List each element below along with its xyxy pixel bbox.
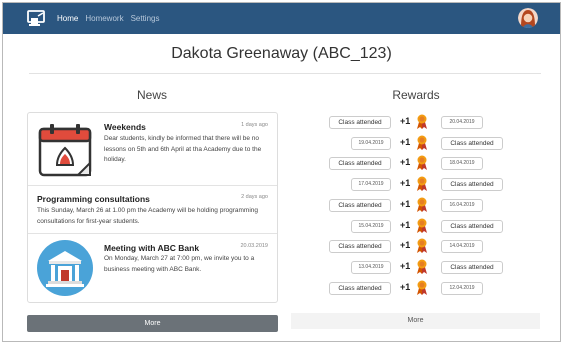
top-navbar: Home Homework Settings	[3, 3, 560, 34]
medal-icon	[417, 135, 427, 150]
reward-label: Class attended	[329, 198, 391, 212]
nav-home[interactable]: Home	[57, 14, 78, 23]
nav-settings[interactable]: Settings	[131, 14, 160, 23]
reward-points: +1	[400, 240, 411, 251]
page-title: Dakota Greenaway (ABC_123)	[171, 45, 392, 62]
medal-icon	[417, 176, 427, 192]
news-body: Dear students, kindly be informed that t…	[104, 135, 262, 163]
reward-date: 16.04.2019	[441, 198, 483, 212]
reward-points: +1	[400, 116, 411, 126]
rewards-more-button[interactable]: More	[291, 313, 540, 329]
news-item[interactable]: Programming consultations 2 days ago Thi…	[28, 186, 277, 234]
news-title: Meeting with ABC Bank	[104, 243, 200, 253]
reward-row: Class attended +1 20.04.2019	[291, 112, 541, 133]
news-item[interactable]: Meeting with ABC Bank 20.03.2019 On Mond…	[28, 234, 277, 302]
medal-icon	[417, 155, 427, 171]
reward-label: Class attended	[441, 136, 503, 150]
medal-icon	[417, 218, 427, 233]
reward-label: Class attended	[329, 240, 391, 254]
reward-date: 19.04.2019	[351, 136, 391, 150]
medal-icon	[417, 280, 427, 295]
nav-links: Home Homework Settings	[57, 3, 159, 34]
reward-points: +1	[400, 178, 411, 189]
news-date: 1 days ago	[241, 122, 268, 128]
reward-date: 13.04.2019	[351, 260, 391, 274]
reward-row: 19.04.2019 +1 Class attended	[291, 133, 541, 154]
reward-label: Class attended	[441, 260, 503, 274]
reward-row: 17.04.2019 +1 Class attended	[291, 174, 541, 195]
news-more-button[interactable]: More	[27, 315, 278, 332]
reward-row: Class attended +1 12.04.2019	[291, 278, 541, 299]
news-body: This Sunday, March 26 at 1.00 pm the Aca…	[37, 207, 258, 225]
nav-homework[interactable]: Homework	[85, 14, 123, 23]
news-date: 20.03.2019	[240, 243, 268, 249]
reward-label: Class attended	[441, 178, 503, 192]
reward-row: 13.04.2019 +1 Class attended	[291, 257, 541, 278]
reward-label: Class attended	[329, 157, 391, 171]
reward-points: +1	[400, 260, 411, 271]
reward-points: +1	[400, 198, 411, 209]
reward-date: 14.04.2019	[441, 240, 483, 254]
calendar-icon	[38, 124, 92, 177]
news-title: Weekends	[104, 122, 146, 132]
title-divider	[29, 73, 541, 74]
news-body: On Monday, March 27 at 7:00 pm, we invit…	[104, 255, 255, 273]
reward-row: 15.04.2019 +1 Class attended	[291, 216, 541, 237]
reward-points: +1	[400, 281, 411, 292]
reward-date: 20.04.2019	[441, 116, 483, 129]
news-list: Weekends 1 days ago Dear students, kindl…	[27, 112, 278, 303]
app-window: Home Homework Settings Dakota Greenaway …	[2, 2, 561, 342]
news-heading: News	[136, 88, 167, 102]
user-avatar[interactable]	[518, 8, 538, 28]
reward-label: Class attended	[329, 281, 391, 295]
reward-label: Class attended	[329, 116, 391, 129]
logo-icon[interactable]	[27, 10, 47, 27]
reward-date: 18.04.2019	[441, 157, 483, 171]
reward-row: Class attended +1 16.04.2019	[291, 195, 541, 216]
medal-icon	[417, 197, 427, 212]
reward-date: 12.04.2019	[441, 281, 483, 295]
reward-row: Class attended +1 18.04.2019	[291, 153, 541, 174]
reward-row: Class attended +1 14.04.2019	[291, 236, 541, 257]
reward-date: 17.04.2019	[351, 178, 391, 192]
news-item[interactable]: Weekends 1 days ago Dear students, kindl…	[28, 113, 277, 186]
reward-points: +1	[400, 136, 411, 147]
reward-label: Class attended	[441, 219, 503, 233]
medal-icon	[417, 259, 427, 274]
medal-icon	[417, 114, 427, 129]
rewards-heading: Rewards	[392, 88, 440, 102]
reward-points: +1	[400, 219, 411, 230]
reward-points: +1	[400, 157, 411, 168]
news-title: Programming consultations	[37, 194, 150, 204]
medal-icon	[417, 238, 427, 254]
bank-icon	[37, 240, 93, 296]
reward-date: 15.04.2019	[351, 219, 391, 233]
news-date: 2 days ago	[241, 194, 268, 200]
